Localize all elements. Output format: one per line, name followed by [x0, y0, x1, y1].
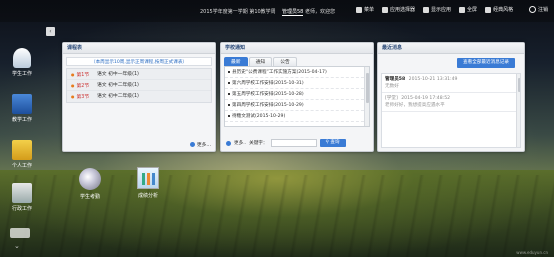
message-time: 2015-04-19 17:48:52	[401, 96, 451, 101]
watermark: www.eduyun.cn	[516, 250, 548, 255]
chevron-down-icon[interactable]: ⌄	[14, 242, 20, 250]
chevron-left-icon: ‹	[49, 28, 52, 35]
period-label: 第2节	[67, 80, 97, 90]
message-sender: [学堂]	[385, 96, 398, 101]
list-item[interactable]: 第五周学校工作安排(2015-10-28)	[225, 89, 369, 100]
keyword-input[interactable]	[270, 139, 317, 147]
schedule-row[interactable]: 第2节 语文 初中二年级(1)	[67, 80, 211, 91]
schedule-notice[interactable]: （本周显示10周,显示正周课程,按周正式课表）	[66, 57, 212, 66]
user-name-link[interactable]: 管理员58	[282, 9, 304, 16]
dock-item-teaching[interactable]: 教学工作	[6, 94, 38, 123]
list-item[interactable]: 第四周学校工作安排(2015-10-29)	[225, 100, 369, 111]
dock-label: 个人工作	[11, 163, 32, 169]
query-button[interactable]: ⚲ 查询	[319, 139, 346, 147]
message-scrollbar[interactable]	[516, 74, 520, 147]
tab-latest[interactable]: 最新	[224, 57, 248, 66]
period-label: 第1节	[67, 69, 97, 79]
keyword-label: 关键字：	[249, 141, 268, 146]
app-selector-label: 应用选择器	[390, 7, 416, 13]
panel-title: 课程表	[63, 43, 215, 54]
message-head: 管理员58 2015-10-21 13:31:49	[385, 76, 517, 82]
query-label: 查询	[330, 140, 340, 145]
grid-icon	[356, 6, 362, 13]
notice-search: 更多.. 关键字： ⚲ 查询	[226, 139, 346, 147]
schedule-row[interactable]: 第1节 语文 初中一年级(1)	[67, 69, 211, 80]
top-bar: 2015学年度第一学期 第10教学周 管理员58 老师，欢迎您 菜单 应用选择器…	[0, 0, 554, 22]
style-icon	[485, 6, 492, 13]
dock-label: 教学工作	[11, 117, 32, 123]
app-selector-link[interactable]: 应用选择器	[382, 6, 415, 13]
teaching-icon	[12, 94, 32, 114]
term-info: 2015学年度第一学期 第10教学周	[200, 9, 276, 15]
message-head: [学堂] 2015-04-19 17:48:52	[385, 95, 517, 101]
view-all-messages-button[interactable]: 查看全部最近消息记录	[457, 58, 515, 68]
dock-label: 行政工作	[11, 206, 32, 212]
chart-icon	[137, 167, 159, 189]
message-panel: 最近消息 查看全部最近消息记录 管理员58 2015-10-21 13:31:4…	[377, 42, 525, 152]
dock-item-more[interactable]	[10, 228, 30, 238]
student-icon	[13, 48, 31, 68]
shortcut-label: 成绩分析	[137, 193, 158, 199]
shortcut-score-analysis[interactable]: 成绩分析	[128, 167, 168, 199]
fullscreen-icon	[459, 6, 466, 13]
message-body: 老师好好，我想提高应遇水平	[385, 103, 445, 108]
message-body: 无数好	[385, 84, 399, 89]
logout-button[interactable]: 注销	[529, 6, 548, 13]
shortcut-attendance[interactable]: 学生考勤	[70, 168, 110, 200]
notice-scrollbar[interactable]	[364, 67, 369, 126]
panel-title: 最近消息	[378, 43, 524, 54]
app-icon	[382, 6, 389, 13]
message-time: 2015-10-21 13:31:49	[408, 77, 458, 82]
dock-label: 学生工作	[11, 71, 32, 77]
dock-item-personal[interactable]: 个人工作	[6, 140, 38, 169]
schedule-row[interactable]: 第3节 语文 初中二年级(1)	[67, 91, 211, 102]
notice-list: 县历史“公费课程”工作实施方案(2015-04-17) 第六周学校工作安排(20…	[224, 66, 370, 127]
tab-announcements[interactable]: 公告	[273, 57, 297, 66]
message-sender: 管理员58	[385, 77, 406, 82]
schedule-panel: 课程表 （本周显示10周,显示正周课程,按周正式课表） 第1节 语文 初中一年级…	[62, 42, 216, 152]
more-icon	[226, 140, 231, 146]
more-label: 更多...	[196, 143, 211, 148]
message-item[interactable]: [学堂] 2015-04-19 17:48:52 老师好好，我想提高应遇水平	[382, 93, 520, 112]
personal-icon	[12, 140, 32, 160]
schedule-more-link[interactable]: 更多...	[189, 141, 211, 148]
show-apps-label: 显示应用	[431, 7, 452, 13]
class-label: 语文 初中一年级(1)	[97, 72, 139, 77]
message-list: 管理员58 2015-10-21 13:31:49 无数好 [学堂] 2015-…	[381, 73, 521, 148]
admin-icon	[12, 183, 32, 203]
desktop-icon	[423, 6, 430, 13]
class-label: 语文 初中二年级(1)	[97, 94, 139, 99]
top-links: 菜单 应用选择器 显示应用 全屏 经典风格	[356, 6, 513, 13]
notice-more-link[interactable]: 更多..	[234, 140, 246, 146]
list-item[interactable]: 第六周学校工作安排(2015-10-31)	[225, 78, 369, 89]
power-icon	[529, 6, 536, 13]
menu-label: 菜单	[364, 7, 375, 13]
fullscreen-link[interactable]: 全屏	[459, 6, 477, 13]
logout-label: 注销	[538, 7, 549, 13]
message-item[interactable]: 管理员58 2015-10-21 13:31:49 无数好	[382, 74, 520, 93]
dock-item-admin[interactable]: 行政工作	[6, 183, 38, 212]
show-apps-link[interactable]: 显示应用	[423, 6, 451, 13]
back-button[interactable]: ‹	[46, 27, 55, 36]
class-label: 语文 初中二年级(1)	[97, 83, 139, 88]
dock-item-student[interactable]: 学生工作	[6, 48, 38, 77]
period-label: 第3节	[67, 91, 97, 102]
user-greeting: 管理员58 老师，欢迎您	[282, 8, 335, 16]
fullscreen-label: 全屏	[467, 7, 478, 13]
cd-icon	[79, 168, 101, 190]
panel-title: 学校通知	[221, 43, 373, 54]
menu-link[interactable]: 菜单	[356, 6, 374, 13]
notice-panel: 学校通知 最新 通知 公告 县历史“公费课程”工作实施方案(2015-04-17…	[220, 42, 374, 152]
user-greeting-suffix: 老师，欢迎您	[304, 9, 335, 15]
notice-tabs: 最新 通知 公告	[221, 54, 373, 66]
tab-notices[interactable]: 通知	[248, 57, 273, 66]
list-item[interactable]: 县历史“公费课程”工作实施方案(2015-04-17)	[225, 67, 369, 78]
list-item[interactable]: 待糖文测试(2015-10-29)	[225, 111, 369, 122]
classic-style-link[interactable]: 经典风格	[485, 6, 513, 13]
classic-style-label: 经典风格	[493, 7, 514, 13]
more-icon	[189, 142, 195, 147]
schedule-list: 第1节 语文 初中一年级(1) 第2节 语文 初中二年级(1) 第3节 语文 初…	[66, 68, 212, 103]
shortcut-label: 学生考勤	[79, 194, 100, 200]
